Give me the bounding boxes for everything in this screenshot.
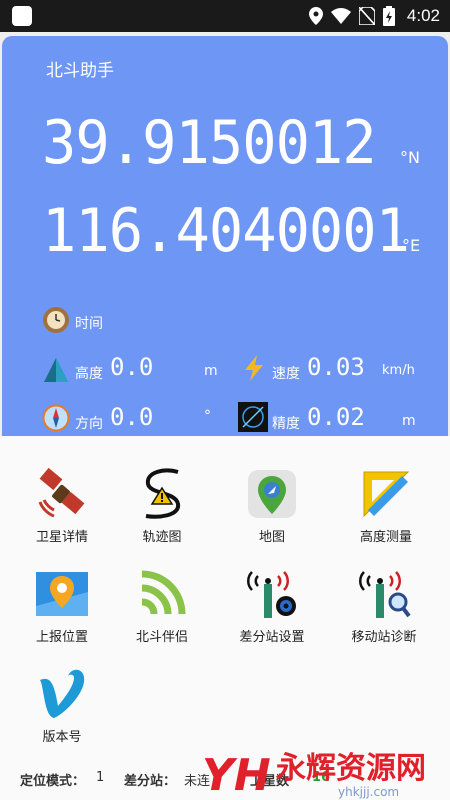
map-label: 地图	[258, 530, 285, 545]
mountain-icon	[44, 358, 68, 382]
status-bar: 4:02	[0, 0, 450, 32]
grid-item-map[interactable]: 地图	[222, 466, 322, 545]
longitude-value: 116.4040001	[42, 196, 410, 266]
accuracy-icon	[238, 402, 268, 432]
ruler-icon	[363, 471, 410, 518]
altitude-unit: m	[204, 363, 218, 379]
latitude-unit: °N	[400, 148, 420, 167]
compass-icon	[42, 404, 70, 432]
map-icon	[248, 470, 296, 518]
latitude-value: 39.9150012	[42, 108, 377, 178]
speed-unit: km/h	[382, 363, 415, 378]
rover-diagnose-label: 移动站诊断	[351, 630, 417, 645]
location-card: 北斗助手 39.9150012 °N 116.4040001 °E 时间 高度 …	[2, 36, 448, 456]
grid-item-version[interactable]: 版本号	[12, 666, 112, 745]
time-label: 时间	[75, 316, 103, 332]
version-icon	[40, 669, 85, 718]
report-location-label: 上报位置	[35, 630, 88, 645]
speed-value: 0.03	[307, 353, 365, 381]
direction-value: 0.0	[110, 403, 154, 431]
satellite-icon	[38, 467, 85, 518]
direction-label: 方向	[75, 416, 103, 432]
direction-unit: °	[204, 408, 211, 424]
grid-item-rover-diagnose[interactable]: 移动站诊断	[334, 566, 434, 645]
longitude-unit: °E	[402, 236, 421, 255]
status-icons: 4:02	[308, 5, 440, 27]
grid-item-height-measure[interactable]: 高度测量	[336, 466, 436, 545]
watermark-logo-text: YH	[202, 750, 271, 800]
grid-item-satellite-details[interactable]: 卫星详情	[12, 466, 112, 545]
base-station-settings-label: 差分站设置	[239, 630, 305, 645]
watermark-logo: YH 永辉资源网 yhkjjj.com	[202, 750, 426, 800]
diff-station-label: 差分站：	[124, 774, 177, 789]
altitude-value: 0.0	[110, 353, 154, 381]
beidou-companion-label: 北斗伴侣	[135, 630, 188, 645]
clock: 4:02	[406, 6, 440, 25]
app-title: 北斗助手	[46, 61, 114, 81]
satellite-details-label: 卫星详情	[35, 530, 88, 545]
speed-label: 速度	[272, 366, 300, 382]
grid-item-base-station-settings[interactable]: 差分站设置	[222, 566, 322, 645]
track-label: 轨迹图	[142, 530, 182, 545]
altitude-label: 高度	[75, 366, 103, 382]
no-sim-icon	[358, 7, 375, 25]
signal-icon	[141, 570, 186, 615]
version-label: 版本号	[42, 730, 82, 745]
grid-item-beidou-companion[interactable]: 北斗伴侣	[112, 566, 212, 645]
rover-diagnose-icon	[359, 571, 411, 618]
base-station-settings-icon	[247, 571, 296, 618]
battery-charging-icon	[382, 6, 395, 26]
watermark-url: yhkjjj.com	[338, 785, 399, 799]
accuracy-unit: m	[402, 413, 416, 429]
grid-item-report-location[interactable]: 上报位置	[12, 566, 112, 645]
watermark-text: 永辉资源网	[276, 751, 426, 786]
accuracy-value: 0.02	[307, 403, 365, 431]
location-icon	[308, 7, 323, 25]
wifi-icon	[330, 8, 351, 24]
mode-label: 定位模式：	[20, 774, 86, 789]
height-measure-label: 高度测量	[359, 530, 412, 545]
mode-value: 1	[96, 770, 105, 785]
clock-gear-icon	[43, 307, 69, 333]
report-location-icon	[36, 572, 88, 616]
accuracy-label: 精度	[272, 416, 300, 432]
lightning-icon	[245, 355, 263, 381]
app-notification-icon	[12, 6, 32, 26]
grid-item-track[interactable]: 轨迹图	[112, 466, 212, 545]
track-icon	[145, 468, 180, 519]
